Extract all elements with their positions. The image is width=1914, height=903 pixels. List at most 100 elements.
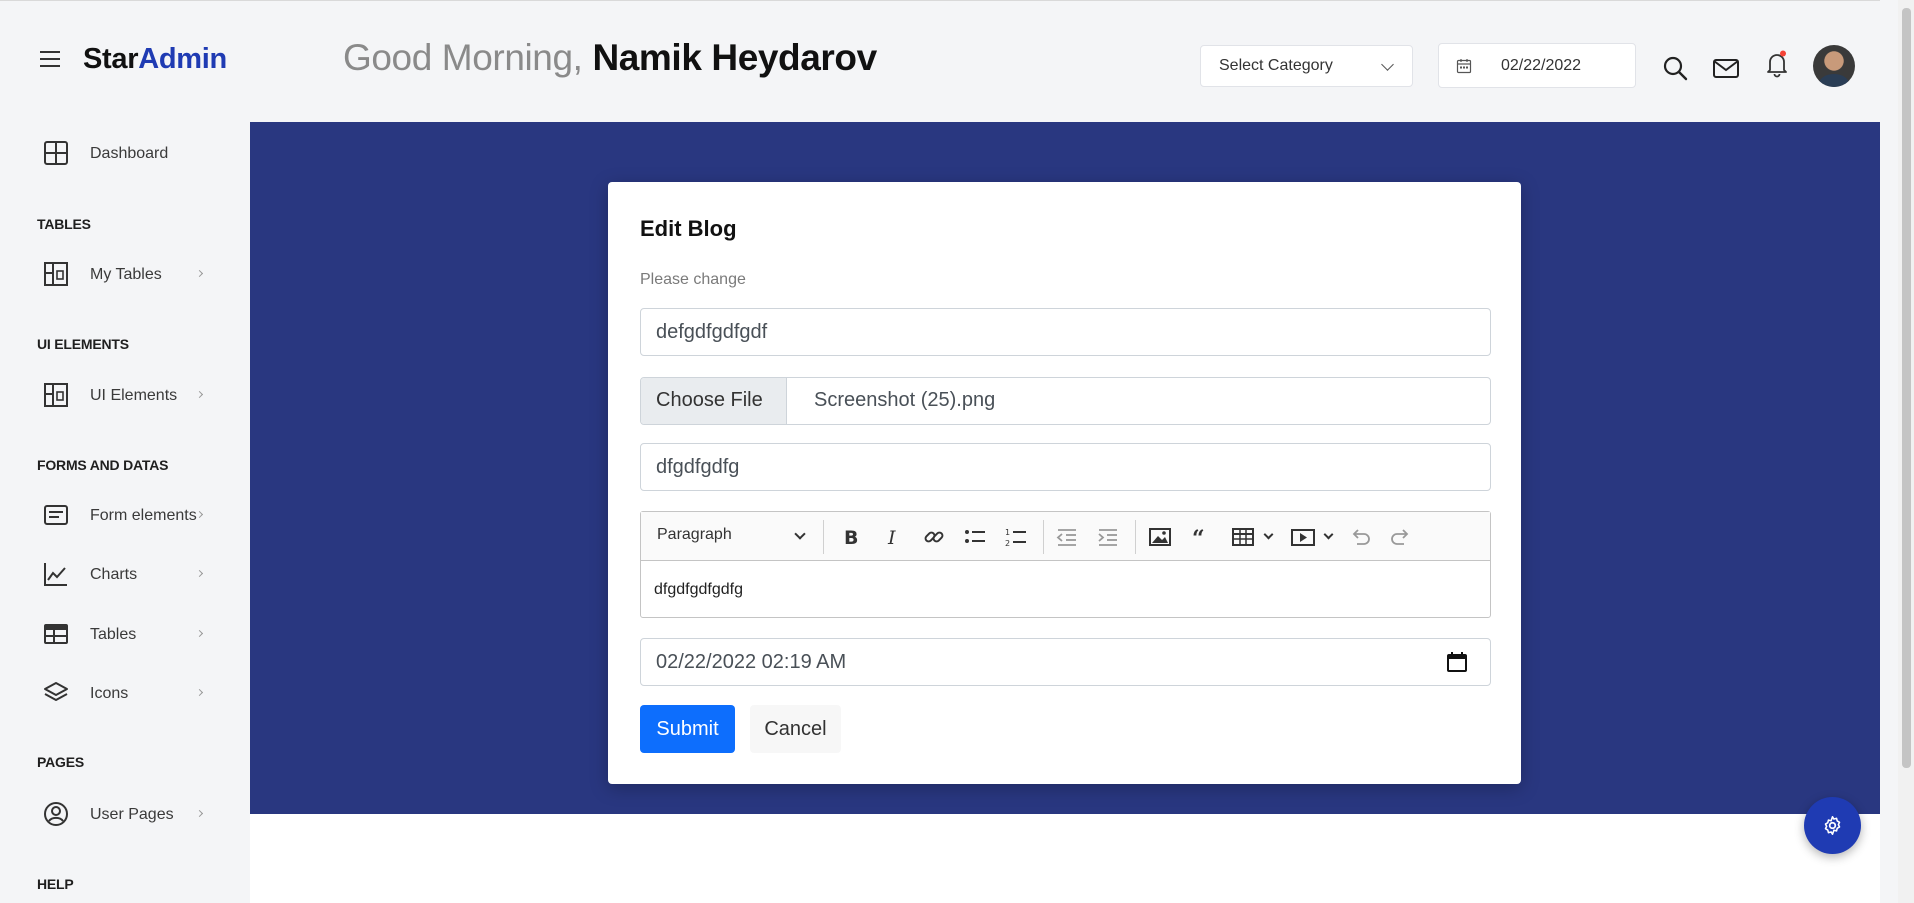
user-name: Namik Heydarov	[592, 37, 877, 78]
brand-logo[interactable]: StarAdmin	[83, 43, 227, 76]
category-select-label: Select Category	[1219, 57, 1333, 74]
chevron-down-icon[interactable]	[1323, 529, 1334, 540]
sidebar-item-label: My Tables	[90, 266, 162, 283]
editor-toolbar: Paragraph B I 12 “	[641, 512, 1490, 561]
sidebar-item-label: User Pages	[90, 806, 174, 823]
brand-part-2: Admin	[138, 43, 227, 75]
gear-icon	[1824, 815, 1841, 836]
redo-icon[interactable]	[1388, 524, 1414, 550]
sidebar-item-icons[interactable]: Icons	[42, 673, 212, 713]
sidebar-item-my-tables[interactable]: My Tables	[42, 254, 212, 294]
editor-content[interactable]: dfgdfgdfgdfg	[654, 581, 743, 599]
scrollbar-thumb[interactable]	[1902, 8, 1911, 768]
italic-icon[interactable]: I	[880, 524, 906, 550]
settings-fab[interactable]	[1804, 797, 1861, 854]
sidebar-item-ui-elements[interactable]: UI Elements	[42, 375, 212, 415]
table-insert-icon[interactable]	[1230, 524, 1256, 550]
block-style-dropdown[interactable]: Paragraph	[657, 526, 807, 548]
sidebar: Dashboard TABLES My Tables UI ELEMENTS U…	[0, 122, 250, 903]
svg-text:B: B	[844, 527, 858, 549]
chevron-down-icon[interactable]	[1263, 529, 1274, 540]
avatar[interactable]	[1813, 45, 1855, 87]
greeting: Good Morning, Namik Heydarov	[343, 37, 877, 79]
chevron-right-icon	[195, 390, 204, 399]
sidebar-item-label: Tables	[90, 626, 137, 643]
sidebar-section-forms: FORMS AND DATAS	[37, 457, 169, 473]
chevron-right-icon	[195, 569, 204, 578]
link-icon[interactable]	[921, 524, 947, 550]
outdent-icon[interactable]	[1054, 524, 1080, 550]
sidebar-section-help: HELP	[37, 876, 74, 892]
chevron-down-icon	[1381, 58, 1394, 71]
calendar-icon	[1456, 59, 1472, 74]
sidebar-item-form-elements[interactable]: Form elements	[42, 495, 212, 535]
layers-icon	[44, 682, 68, 701]
mail-icon[interactable]	[1711, 53, 1741, 83]
chevron-right-icon	[195, 629, 204, 638]
menu-toggle-icon[interactable]	[40, 51, 64, 71]
header-date-picker[interactable]: 02/22/2022	[1438, 43, 1636, 88]
bullet-list-icon[interactable]	[962, 524, 988, 550]
subtitle-input[interactable]: dfgdfgdfg	[640, 443, 1491, 491]
header-date-value: 02/22/2022	[1501, 57, 1582, 74]
bell-icon[interactable]	[1762, 49, 1792, 79]
card-description: Please change	[640, 271, 746, 288]
sidebar-item-tables[interactable]: Tables	[42, 614, 212, 654]
form-icon	[44, 505, 68, 525]
sidebar-item-dashboard[interactable]: Dashboard	[42, 133, 212, 173]
table-layout-icon	[44, 262, 68, 286]
chevron-right-icon	[195, 269, 204, 278]
top-header: StarAdmin Good Morning, Namik Heydarov S…	[0, 0, 1880, 122]
indent-icon[interactable]	[1095, 524, 1121, 550]
media-embed-icon[interactable]	[1290, 524, 1316, 550]
chevron-down-icon	[794, 528, 806, 540]
sidebar-section-pages: PAGES	[37, 754, 84, 770]
cancel-button[interactable]: Cancel	[750, 705, 841, 753]
chevron-right-icon	[195, 809, 204, 818]
datetime-input[interactable]: 02/22/2022 02:19 AM	[640, 638, 1491, 686]
svg-text:1: 1	[1005, 528, 1010, 537]
toolbar-divider	[823, 520, 824, 554]
line-chart-icon	[44, 563, 67, 586]
sidebar-section-ui-elements: UI ELEMENTS	[37, 336, 129, 352]
title-input[interactable]: defgdfgdfgdf	[640, 308, 1491, 356]
chevron-right-icon	[195, 688, 204, 697]
greeting-prefix: Good Morning,	[343, 37, 593, 78]
sidebar-item-user-pages[interactable]: User Pages	[42, 794, 212, 834]
toolbar-divider	[1043, 520, 1044, 554]
svg-text:I: I	[887, 527, 896, 549]
svg-text:2: 2	[1005, 539, 1010, 548]
file-name: Screenshot (25).png	[814, 389, 996, 411]
table-icon	[44, 624, 68, 644]
rich-text-editor: Paragraph B I 12 “ dfgdfgdfgdfg	[640, 511, 1491, 618]
table-layout-icon	[44, 383, 68, 407]
block-style-label: Paragraph	[657, 526, 732, 543]
file-input[interactable]: Choose File Screenshot (25).png	[640, 377, 1491, 425]
submit-button[interactable]: Submit	[640, 705, 735, 753]
edit-blog-card: Edit Blog Please change defgdfgdfgdf Cho…	[608, 182, 1521, 784]
grid-icon	[44, 141, 68, 165]
image-icon[interactable]	[1147, 524, 1173, 550]
sidebar-item-label: Charts	[90, 566, 138, 583]
sidebar-item-charts[interactable]: Charts	[42, 554, 212, 594]
sidebar-item-label: Form elements	[90, 507, 197, 524]
svg-text:“: “	[1192, 526, 1205, 550]
calendar-icon[interactable]	[1446, 651, 1468, 673]
choose-file-button[interactable]: Choose File	[641, 378, 787, 424]
sidebar-section-tables: TABLES	[37, 216, 91, 232]
user-circle-icon	[44, 802, 68, 826]
toolbar-divider	[1135, 520, 1136, 554]
main-content-area	[250, 814, 1880, 903]
sidebar-item-label: Icons	[90, 685, 129, 702]
sidebar-item-label: UI Elements	[90, 387, 178, 404]
blockquote-icon[interactable]: “	[1189, 524, 1215, 552]
category-select[interactable]: Select Category	[1200, 45, 1413, 87]
page-scrollbar[interactable]	[1898, 0, 1914, 903]
chevron-right-icon	[195, 510, 204, 519]
search-icon[interactable]	[1660, 53, 1690, 83]
bold-icon[interactable]: B	[838, 524, 864, 550]
card-title: Edit Blog	[640, 216, 737, 241]
brand-part-1: Star	[83, 43, 139, 75]
numbered-list-icon[interactable]: 12	[1003, 524, 1029, 550]
undo-icon[interactable]	[1347, 524, 1373, 550]
